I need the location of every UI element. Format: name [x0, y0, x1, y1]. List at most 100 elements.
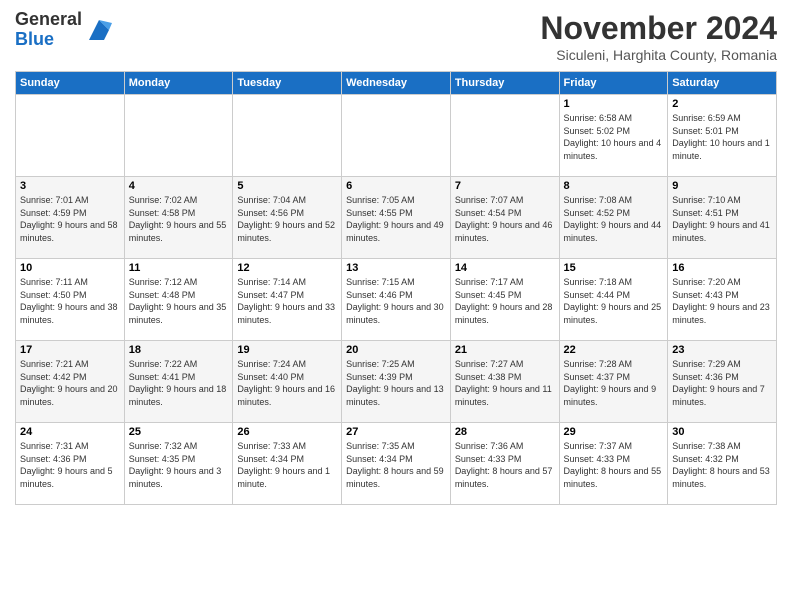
calendar-cell — [342, 95, 451, 177]
calendar-cell: 3 Sunrise: 7:01 AM Sunset: 4:59 PM Daylig… — [16, 177, 125, 259]
day-info: Sunrise: 7:22 AM Sunset: 4:41 PM Dayligh… — [129, 358, 229, 408]
day-info: Sunrise: 7:27 AM Sunset: 4:38 PM Dayligh… — [455, 358, 555, 408]
day-number: 23 — [672, 344, 772, 356]
day-number: 24 — [20, 426, 120, 438]
column-header-saturday: Saturday — [668, 72, 777, 95]
day-info: Sunrise: 7:07 AM Sunset: 4:54 PM Dayligh… — [455, 194, 555, 244]
day-info: Sunrise: 7:35 AM Sunset: 4:34 PM Dayligh… — [346, 440, 446, 490]
day-number: 6 — [346, 180, 446, 192]
day-info: Sunrise: 7:10 AM Sunset: 4:51 PM Dayligh… — [672, 194, 772, 244]
column-header-friday: Friday — [559, 72, 668, 95]
calendar-cell: 6Sunrise: 7:05 AM Sunset: 4:55 PM Daylig… — [342, 177, 451, 259]
day-number: 13 — [346, 262, 446, 274]
calendar-cell — [450, 95, 559, 177]
day-number: 14 — [455, 262, 555, 274]
calendar-cell: 23 Sunrise: 7:29 AM Sunset: 4:36 PM Dayli… — [668, 341, 777, 423]
title-area: November 2024 Siculeni, Harghita County,… — [540, 10, 777, 63]
day-number: 10 — [20, 262, 120, 274]
calendar-cell: 20Sunrise: 7:25 AM Sunset: 4:39 PM Dayli… — [342, 341, 451, 423]
calendar-cell: 21 Sunrise: 7:27 AM Sunset: 4:38 PM Dayli… — [450, 341, 559, 423]
column-header-sunday: Sunday — [16, 72, 125, 95]
day-info: Sunrise: 7:08 AM Sunset: 4:52 PM Dayligh… — [564, 194, 664, 244]
day-number: 21 — [455, 344, 555, 356]
day-number: 19 — [237, 344, 337, 356]
week-row-2: 3 Sunrise: 7:01 AM Sunset: 4:59 PM Daylig… — [16, 177, 777, 259]
day-info: Sunrise: 7:14 AM Sunset: 4:47 PM Dayligh… — [237, 276, 337, 326]
day-info: Sunrise: 7:18 AM Sunset: 4:44 PM Dayligh… — [564, 276, 664, 326]
calendar-cell: 15Sunrise: 7:18 AM Sunset: 4:44 PM Dayli… — [559, 259, 668, 341]
calendar-cell: 18 Sunrise: 7:22 AM Sunset: 4:41 PM Dayli… — [124, 341, 233, 423]
day-info: Sunrise: 7:37 AM Sunset: 4:33 PM Dayligh… — [564, 440, 664, 490]
day-number: 30 — [672, 426, 772, 438]
column-header-wednesday: Wednesday — [342, 72, 451, 95]
calendar-cell — [16, 95, 125, 177]
calendar-cell: 17 Sunrise: 7:21 AM Sunset: 4:42 PM Dayli… — [16, 341, 125, 423]
week-row-3: 10 Sunrise: 7:11 AM Sunset: 4:50 PM Dayli… — [16, 259, 777, 341]
day-number: 12 — [237, 262, 337, 274]
calendar-cell: 19Sunrise: 7:24 AM Sunset: 4:40 PM Dayli… — [233, 341, 342, 423]
calendar-cell: 25Sunrise: 7:32 AM Sunset: 4:35 PM Dayli… — [124, 423, 233, 505]
week-row-4: 17 Sunrise: 7:21 AM Sunset: 4:42 PM Dayli… — [16, 341, 777, 423]
calendar-cell — [233, 95, 342, 177]
day-info: Sunrise: 7:15 AM Sunset: 4:46 PM Dayligh… — [346, 276, 446, 326]
calendar-cell: 4 Sunrise: 7:02 AM Sunset: 4:58 PM Daylig… — [124, 177, 233, 259]
day-info: Sunrise: 7:02 AM Sunset: 4:58 PM Dayligh… — [129, 194, 229, 244]
month-title: November 2024 — [540, 10, 777, 47]
day-info: Sunrise: 7:11 AM Sunset: 4:50 PM Dayligh… — [20, 276, 120, 326]
day-info: Sunrise: 7:36 AM Sunset: 4:33 PM Dayligh… — [455, 440, 555, 490]
week-row-5: 24 Sunrise: 7:31 AM Sunset: 4:36 PM Dayli… — [16, 423, 777, 505]
day-number: 18 — [129, 344, 229, 356]
day-number: 27 — [346, 426, 446, 438]
calendar: SundayMondayTuesdayWednesdayThursdayFrid… — [15, 71, 777, 505]
logo-general: General — [15, 9, 82, 29]
day-info: Sunrise: 6:58 AM Sunset: 5:02 PM Dayligh… — [564, 112, 664, 162]
day-number: 17 — [20, 344, 120, 356]
calendar-cell: 5 Sunrise: 7:04 AM Sunset: 4:56 PM Daylig… — [233, 177, 342, 259]
calendar-cell: 8 Sunrise: 7:08 AM Sunset: 4:52 PM Daylig… — [559, 177, 668, 259]
day-info: Sunrise: 7:31 AM Sunset: 4:36 PM Dayligh… — [20, 440, 120, 490]
calendar-cell: 24 Sunrise: 7:31 AM Sunset: 4:36 PM Dayli… — [16, 423, 125, 505]
day-number: 3 — [20, 180, 120, 192]
calendar-cell: 29Sunrise: 7:37 AM Sunset: 4:33 PM Dayli… — [559, 423, 668, 505]
day-number: 28 — [455, 426, 555, 438]
calendar-cell: 2 Sunrise: 6:59 AM Sunset: 5:01 PM Daylig… — [668, 95, 777, 177]
day-number: 9 — [672, 180, 772, 192]
day-number: 2 — [672, 98, 772, 110]
day-info: Sunrise: 7:12 AM Sunset: 4:48 PM Dayligh… — [129, 276, 229, 326]
calendar-cell: 16Sunrise: 7:20 AM Sunset: 4:43 PM Dayli… — [668, 259, 777, 341]
calendar-cell: 11 Sunrise: 7:12 AM Sunset: 4:48 PM Dayli… — [124, 259, 233, 341]
calendar-cell — [124, 95, 233, 177]
calendar-cell: 26Sunrise: 7:33 AM Sunset: 4:34 PM Dayli… — [233, 423, 342, 505]
day-info: Sunrise: 7:38 AM Sunset: 4:32 PM Dayligh… — [672, 440, 772, 490]
logo: General Blue — [15, 10, 114, 50]
calendar-cell: 9 Sunrise: 7:10 AM Sunset: 4:51 PM Daylig… — [668, 177, 777, 259]
day-number: 1 — [564, 98, 664, 110]
location: Siculeni, Harghita County, Romania — [540, 47, 777, 63]
calendar-cell: 7 Sunrise: 7:07 AM Sunset: 4:54 PM Daylig… — [450, 177, 559, 259]
day-number: 7 — [455, 180, 555, 192]
calendar-cell: 1 Sunrise: 6:58 AM Sunset: 5:02 PM Daylig… — [559, 95, 668, 177]
day-number: 4 — [129, 180, 229, 192]
day-number: 22 — [564, 344, 664, 356]
day-info: Sunrise: 7:01 AM Sunset: 4:59 PM Dayligh… — [20, 194, 120, 244]
day-info: Sunrise: 7:04 AM Sunset: 4:56 PM Dayligh… — [237, 194, 337, 244]
calendar-cell: 30 Sunrise: 7:38 AM Sunset: 4:32 PM Dayli… — [668, 423, 777, 505]
day-info: Sunrise: 7:28 AM Sunset: 4:37 PM Dayligh… — [564, 358, 664, 408]
day-number: 11 — [129, 262, 229, 274]
day-info: Sunrise: 7:29 AM Sunset: 4:36 PM Dayligh… — [672, 358, 772, 408]
day-number: 25 — [129, 426, 229, 438]
logo-blue: Blue — [15, 29, 54, 49]
day-number: 5 — [237, 180, 337, 192]
day-info: Sunrise: 7:21 AM Sunset: 4:42 PM Dayligh… — [20, 358, 120, 408]
day-number: 8 — [564, 180, 664, 192]
day-info: Sunrise: 7:33 AM Sunset: 4:34 PM Dayligh… — [237, 440, 337, 490]
calendar-cell: 27 Sunrise: 7:35 AM Sunset: 4:34 PM Dayli… — [342, 423, 451, 505]
calendar-cell: 28 Sunrise: 7:36 AM Sunset: 4:33 PM Dayli… — [450, 423, 559, 505]
column-header-tuesday: Tuesday — [233, 72, 342, 95]
day-info: Sunrise: 7:20 AM Sunset: 4:43 PM Dayligh… — [672, 276, 772, 326]
day-info: Sunrise: 6:59 AM Sunset: 5:01 PM Dayligh… — [672, 112, 772, 162]
calendar-cell: 12 Sunrise: 7:14 AM Sunset: 4:47 PM Dayli… — [233, 259, 342, 341]
day-info: Sunrise: 7:25 AM Sunset: 4:39 PM Dayligh… — [346, 358, 446, 408]
column-header-thursday: Thursday — [450, 72, 559, 95]
calendar-cell: 22 Sunrise: 7:28 AM Sunset: 4:37 PM Dayli… — [559, 341, 668, 423]
